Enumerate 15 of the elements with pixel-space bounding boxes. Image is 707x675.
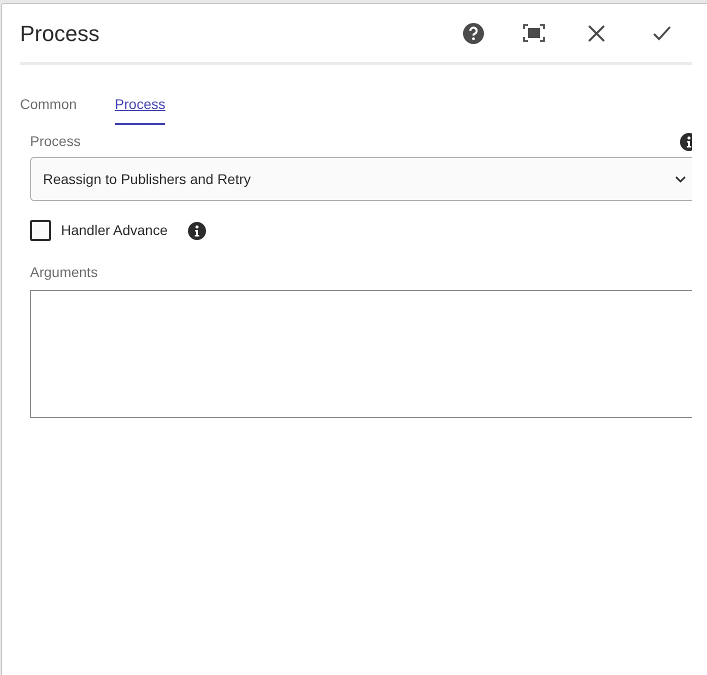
field-label: Process — [30, 132, 81, 151]
dialog-title: Process — [20, 20, 100, 48]
checkbox[interactable] — [30, 220, 51, 241]
tab[interactable]: Process — [114, 94, 166, 125]
chevron-icon — [675, 176, 686, 183]
field-label: Arguments — [30, 264, 98, 280]
process-dropdown[interactable]: Reassign to Publishers and Retry — [30, 157, 692, 201]
fullscreen-icon[interactable] — [523, 24, 545, 42]
tab[interactable]: Common — [20, 94, 77, 125]
check-icon[interactable] — [653, 26, 671, 40]
checkbox-label: Handler Advance — [61, 221, 168, 240]
info-icon[interactable] — [188, 222, 206, 240]
close-icon[interactable] — [588, 24, 605, 42]
help-icon[interactable] — [463, 22, 484, 44]
arguments-field[interactable] — [30, 290, 692, 418]
